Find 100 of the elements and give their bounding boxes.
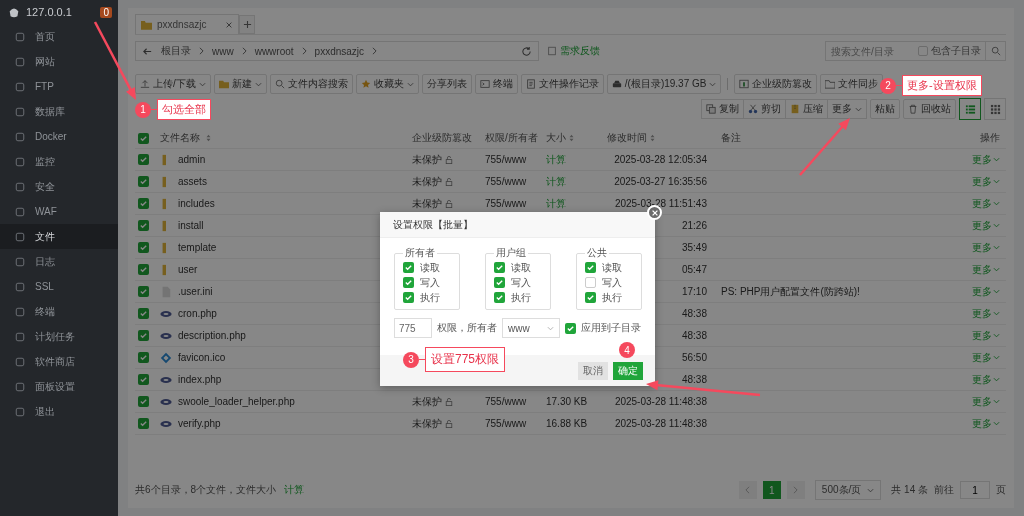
row-checkbox[interactable] [138, 418, 149, 429]
sidebar-item[interactable]: 面板设置 [0, 374, 118, 399]
toolbar-button[interactable]: 分享列表 [421, 74, 472, 94]
file-name[interactable]: swoole_loader_helper.php [178, 396, 295, 407]
column-header[interactable]: 大小 [546, 131, 566, 145]
permission-input[interactable]: 775 [394, 318, 432, 338]
page-button[interactable]: 1 [762, 481, 781, 499]
file-name[interactable]: cron.php [178, 308, 217, 319]
row-checkbox[interactable] [138, 154, 149, 165]
more-link[interactable]: 更多 [972, 152, 1000, 167]
sort-icon[interactable] [569, 134, 574, 142]
row-checkbox[interactable] [138, 220, 149, 231]
column-header[interactable]: 修改时间 [607, 131, 647, 145]
breadcrumb-link[interactable]: pxxdnsazjc [314, 45, 365, 57]
permission-owner[interactable]: 755/www [485, 418, 527, 429]
feedback-link[interactable]: 需求反馈 [560, 44, 600, 58]
select-all-checkbox[interactable] [138, 132, 149, 144]
page-input[interactable]: 1 [960, 481, 990, 499]
sidebar-item[interactable]: 退出 [0, 399, 118, 424]
more-link[interactable]: 更多 [972, 196, 1000, 211]
sidebar-item[interactable]: SSL [0, 274, 118, 299]
sidebar-item[interactable]: 日志 [0, 249, 118, 274]
folder-tab[interactable]: pxxdnsazjc [135, 14, 239, 34]
column-header[interactable]: 备注 [721, 131, 741, 145]
toolbar-button[interactable]: 企业级防篡改 [734, 74, 818, 94]
permission-checkbox[interactable] [494, 262, 505, 273]
toolbar-button[interactable]: 终端 [474, 74, 518, 94]
path-bar[interactable]: 根目录 www wwwroot pxxdnsazjc [135, 41, 539, 61]
row-checkbox[interactable] [138, 242, 149, 253]
sidebar-item[interactable]: 监控 [0, 149, 118, 174]
file-name[interactable]: assets [178, 176, 207, 187]
permission-checkbox[interactable] [494, 277, 505, 288]
sidebar-item[interactable]: 终端 [0, 299, 118, 324]
permission-checkbox[interactable] [585, 292, 596, 303]
column-header[interactable]: 权限/所有者 [485, 131, 538, 145]
file-name[interactable]: verify.php [178, 418, 221, 429]
permission-owner[interactable]: 755/www [485, 154, 527, 165]
document-icon[interactable] [547, 46, 557, 56]
permission-checkbox[interactable] [403, 292, 414, 303]
lock-icon[interactable] [445, 199, 453, 208]
more-link[interactable]: 更多 [972, 394, 1000, 409]
lock-icon[interactable] [445, 397, 453, 406]
more-link[interactable]: 更多 [972, 372, 1000, 387]
row-checkbox[interactable] [138, 176, 149, 187]
toolbar-button[interactable]: 更多 [827, 99, 867, 119]
more-link[interactable]: 更多 [972, 328, 1000, 343]
sort-icon[interactable] [650, 134, 655, 142]
toolbar-button[interactable]: 剪切 [743, 99, 786, 119]
grid-view-button[interactable] [984, 98, 1006, 120]
file-name[interactable]: template [178, 242, 217, 253]
calculate-link[interactable]: 计算 [546, 152, 566, 167]
breadcrumb-link[interactable]: www [212, 45, 234, 57]
file-name[interactable]: index.php [178, 374, 222, 385]
more-link[interactable]: 更多 [972, 218, 1000, 233]
file-name[interactable]: admin [178, 154, 206, 165]
list-view-button[interactable] [959, 98, 981, 120]
more-link[interactable]: 更多 [972, 284, 1000, 299]
row-checkbox[interactable] [138, 374, 149, 385]
more-link[interactable]: 更多 [972, 306, 1000, 321]
calculate-link[interactable]: 计算 [546, 196, 566, 211]
sidebar-item[interactable]: 数据库 [0, 99, 118, 124]
permission-checkbox[interactable] [403, 277, 414, 288]
column-header[interactable]: 文件名称 [160, 131, 200, 145]
file-name[interactable]: install [178, 220, 204, 231]
sidebar-item[interactable]: 软件商店 [0, 349, 118, 374]
sidebar-item[interactable]: Docker [0, 124, 118, 149]
breadcrumb-link[interactable]: wwwroot [254, 45, 294, 57]
refresh-icon[interactable] [521, 45, 532, 57]
toolbar-button[interactable]: /(根目录)19.37 GB [606, 74, 722, 94]
recycle-bin-button[interactable]: 回收站 [903, 99, 956, 119]
toolbar-button[interactable]: 文件同步 [820, 74, 884, 94]
lock-icon[interactable] [445, 419, 453, 428]
add-tab-button[interactable] [239, 15, 255, 34]
toolbar-button[interactable]: 复制 [701, 99, 744, 119]
file-name[interactable]: user [178, 264, 198, 275]
sidebar-item[interactable]: 首页 [0, 24, 118, 49]
permission-checkbox[interactable] [494, 292, 505, 303]
permission-checkbox[interactable] [585, 277, 596, 288]
more-link[interactable]: 更多 [972, 240, 1000, 255]
confirm-button[interactable]: 确定 [613, 361, 643, 380]
sort-icon[interactable] [206, 134, 211, 142]
column-header[interactable]: 企业级防篡改 [412, 131, 472, 145]
cancel-button[interactable]: 取消 [578, 361, 608, 380]
file-name[interactable]: description.php [178, 330, 246, 341]
sidebar-item[interactable]: 计划任务 [0, 324, 118, 349]
row-checkbox[interactable] [138, 198, 149, 209]
toolbar-button[interactable]: 上传/下载 [135, 74, 211, 94]
permission-owner[interactable]: 755/www [485, 396, 527, 407]
row-checkbox[interactable] [138, 286, 149, 297]
more-link[interactable]: 更多 [972, 350, 1000, 365]
owner-select[interactable]: www [502, 318, 560, 338]
sidebar-item[interactable]: FTP [0, 74, 118, 99]
row-checkbox[interactable] [138, 396, 149, 407]
recursive-checkbox[interactable] [565, 322, 576, 334]
toolbar-button[interactable]: 文件内容搜索 [269, 74, 353, 94]
breadcrumb-link[interactable]: 根目录 [161, 44, 191, 58]
file-note[interactable]: PS: PHP用户配置文件(防跨站)! [721, 284, 860, 299]
sidebar-item[interactable]: WAF [0, 199, 118, 224]
close-icon[interactable] [225, 20, 233, 29]
calculate-link[interactable]: 计算 [546, 174, 566, 189]
